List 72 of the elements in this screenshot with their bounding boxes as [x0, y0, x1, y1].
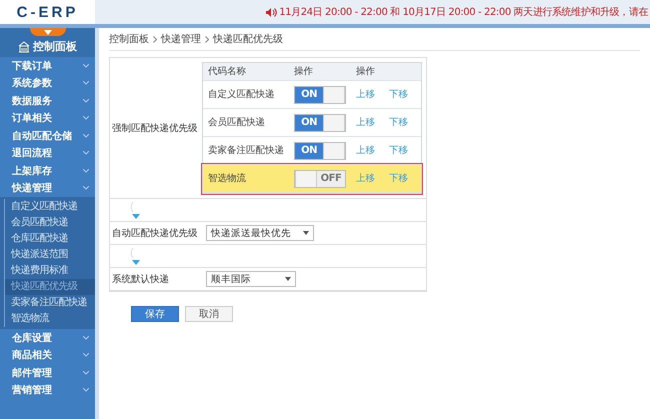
breadcrumb-link[interactable]: 快递管理: [161, 32, 201, 46]
caret-icon: [285, 277, 291, 281]
submenu-item[interactable]: 卖家备注匹配快递: [4, 295, 95, 311]
sidebar-item[interactable]: 自动匹配仓储: [0, 127, 95, 144]
building-icon: [18, 40, 30, 52]
move-down-link[interactable]: 下移: [389, 172, 408, 185]
submenu-item[interactable]: 智选物流: [4, 311, 95, 327]
field-label: 自动匹配快递优先级: [111, 226, 198, 240]
breadcrumb-link[interactable]: 控制面板: [109, 32, 149, 46]
column-header: 操作: [355, 65, 376, 78]
column-header: 代码名称: [207, 65, 247, 78]
chevron-icon: [83, 64, 89, 68]
logo: C-ERP: [0, 0, 95, 24]
field-label: 系统默认快递: [111, 272, 170, 286]
chevron-icon: [83, 388, 89, 392]
toggle-switch[interactable]: OFF: [294, 170, 346, 188]
sidebar-item[interactable]: 邮件管理: [0, 364, 95, 382]
sidebar-item[interactable]: 系统参数: [0, 74, 95, 92]
chevron-icon: [83, 168, 89, 173]
dropdown[interactable]: 顺丰国际: [206, 271, 296, 287]
maintenance-notice: 11月24日 20:00 - 22:00 和 10月17日 20:00 - 22:00 两天进行系统维护和升级，请在: [279, 6, 648, 19]
caret-icon: [303, 231, 309, 235]
sidebar-item[interactable]: 下载订单: [0, 57, 95, 74]
menu-toggle[interactable]: [30, 28, 66, 36]
breadcrumb-link[interactable]: 快递匹配优先级: [213, 32, 283, 46]
chevron-icon: [83, 98, 89, 103]
save-button[interactable]: 保存: [131, 306, 179, 322]
move-up-link[interactable]: 上移: [356, 144, 375, 157]
move-down-link[interactable]: 下移: [389, 88, 408, 101]
table-cell-text: 自定义匹配快递: [207, 88, 276, 101]
sidebar-item[interactable]: 退回流程: [0, 144, 95, 162]
chevron-icon: [83, 116, 89, 120]
submenu-item[interactable]: 快递匹配优先级: [4, 279, 95, 295]
down-arrow-icon: [130, 200, 142, 220]
move-up-link[interactable]: 上移: [356, 116, 375, 129]
sidebar-item[interactable]: 仓库设置: [0, 329, 95, 346]
chevron-right-icon: [205, 36, 209, 42]
speaker-icon: [265, 6, 278, 18]
cancel-button[interactable]: 取消: [185, 306, 233, 322]
submenu-item[interactable]: 仓库匹配快递: [4, 231, 95, 247]
dropdown[interactable]: 快递派送最快优先: [206, 225, 314, 241]
toggle-switch[interactable]: ON: [294, 114, 346, 132]
submenu-item[interactable]: 自定义匹配快递: [4, 199, 95, 215]
chevron-icon: [83, 134, 89, 138]
sidebar-item[interactable]: 营销管理: [0, 382, 95, 399]
down-arrow-icon: [130, 246, 142, 266]
chevron-icon: [83, 81, 89, 86]
chevron-right-icon: [153, 36, 157, 42]
chevron-icon: [83, 151, 89, 156]
chevron-icon: [83, 370, 89, 375]
move-down-link[interactable]: 下移: [389, 116, 408, 129]
sidebar-item[interactable]: 快递管理: [0, 180, 95, 197]
chevron-icon: [83, 353, 89, 358]
column-header: 操作: [293, 65, 314, 78]
table-cell-text: 智选物流: [207, 172, 247, 185]
field-label: 强制匹配快递优先级: [111, 122, 198, 134]
sidebar-item[interactable]: 数据服务: [0, 92, 95, 110]
move-down-link[interactable]: 下移: [389, 144, 408, 157]
move-up-link[interactable]: 上移: [356, 88, 375, 101]
submenu-item[interactable]: 快递派送范围: [4, 247, 95, 263]
sidebar-item[interactable]: 商品相关: [0, 346, 95, 364]
table-cell-text: 会员匹配快递: [207, 116, 266, 129]
submenu-item[interactable]: 会员匹配快递: [4, 215, 95, 231]
chevron-icon: [83, 336, 89, 340]
sidebar-item[interactable]: 上架库存: [0, 162, 95, 180]
chevron-icon: [83, 186, 89, 190]
toggle-switch[interactable]: ON: [294, 142, 346, 160]
move-up-link[interactable]: 上移: [356, 172, 375, 185]
sidebar-title: 控制面板: [33, 39, 77, 54]
sidebar-item[interactable]: 订单相关: [0, 110, 95, 127]
table-cell-text: 卖家备注匹配快递: [207, 144, 285, 157]
toggle-switch[interactable]: ON: [294, 86, 346, 104]
